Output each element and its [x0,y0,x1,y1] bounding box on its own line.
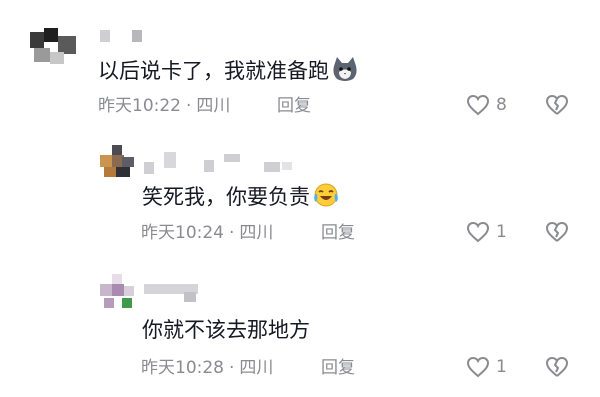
like-button[interactable]: 1 [466,356,507,378]
username-blurred[interactable] [100,30,144,44]
reply-button[interactable]: 回复 [277,95,311,117]
reply-button[interactable]: 回复 [321,222,355,244]
location: 四川 [239,223,274,243]
location: 四川 [239,358,274,378]
broken-heart-icon [544,94,570,116]
location: 四川 [196,96,231,116]
comment-meta: 昨天10:28 · 四川 [141,357,273,379]
comment-item: 以后说卡了，我就准备跑 昨天10:22 · 四川 回复 8 [0,0,600,130]
broken-heart-icon [544,221,570,243]
comment-meta: 昨天10:24 · 四川 [141,222,273,244]
reply-comment-item: 你就不该去那地方 昨天10:28 · 四川 回复 1 [0,260,600,397]
avatar[interactable] [30,28,76,74]
separator: · [186,96,192,116]
like-count: 8 [496,95,507,115]
cat-face-icon [331,56,359,88]
reply-comment-item: 笑死我，你要负责 昨天10:24 · 四川 回复 1 [0,130,600,260]
tears-of-joy-emoji [312,182,340,214]
timestamp: 昨天10:28 [141,358,224,378]
avatar[interactable] [100,145,134,177]
dislike-button[interactable] [544,94,570,116]
heart-icon [466,221,490,243]
comment-text: 以后说卡了，我就准备跑 [98,56,359,88]
separator: · [229,223,235,243]
like-button[interactable]: 8 [466,94,507,116]
reply-button[interactable]: 回复 [321,357,355,379]
timestamp: 昨天10:24 [141,223,224,243]
avatar[interactable] [100,274,134,308]
comment-text: 笑死我，你要负责 [142,182,340,214]
comment-meta: 昨天10:22 · 四川 [98,95,230,117]
like-count: 1 [496,357,507,377]
comment-text: 你就不该去那地方 [142,318,310,342]
dislike-button[interactable] [544,221,570,243]
heart-icon [466,94,490,116]
username-blurred[interactable] [144,152,294,174]
dislike-button[interactable] [544,356,570,378]
username-blurred[interactable] [144,284,204,302]
like-count: 1 [496,222,507,242]
timestamp: 昨天10:22 [98,96,181,116]
like-button[interactable]: 1 [466,221,507,243]
heart-icon [466,356,490,378]
separator: · [229,358,235,378]
broken-heart-icon [544,356,570,378]
